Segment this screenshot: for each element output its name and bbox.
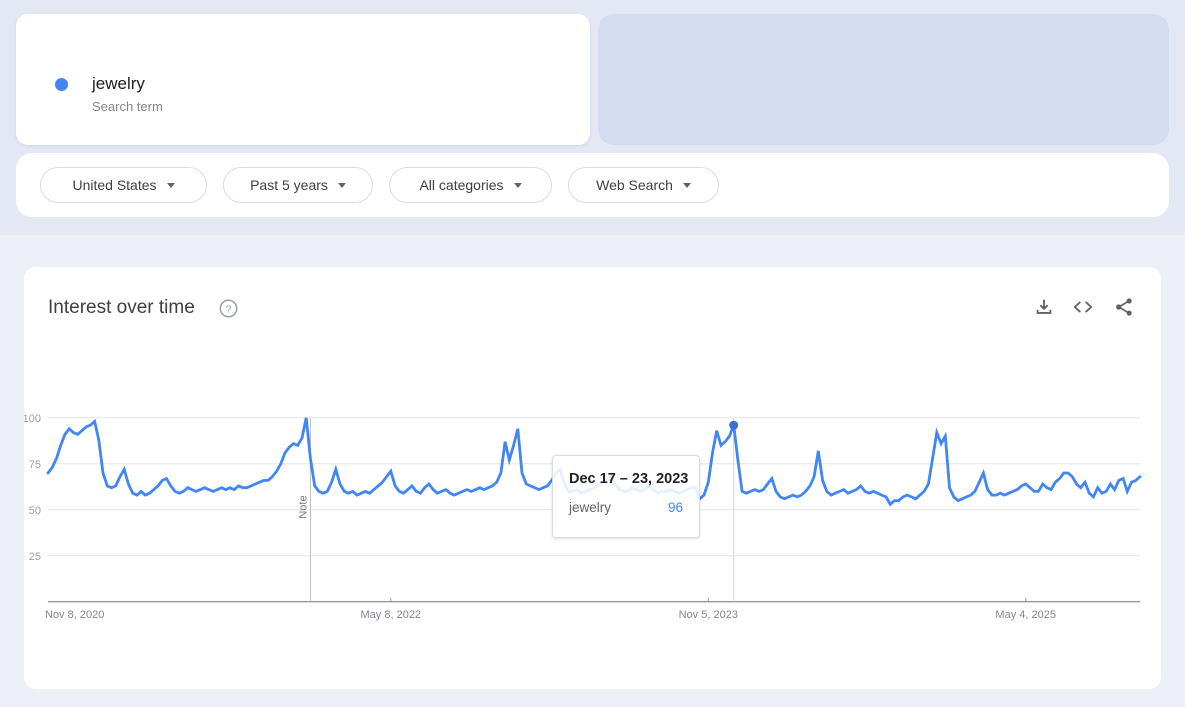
svg-text:25: 25 (29, 551, 41, 563)
chevron-down-icon (337, 182, 346, 188)
question-mark-glyph: ? (226, 303, 232, 315)
tooltip-date-range: Dec 17 – 23, 2023 (569, 471, 689, 487)
series-color-dot (55, 78, 68, 91)
chevron-down-icon (682, 182, 691, 188)
svg-text:75: 75 (29, 459, 41, 471)
tooltip-value: 96 (667, 500, 683, 515)
search-term-card[interactable]: jewelry Search term (16, 14, 590, 145)
help-icon[interactable]: ? (218, 298, 239, 319)
download-icon[interactable] (1033, 296, 1055, 318)
tooltip-term: jewelry (569, 500, 612, 515)
svg-text:100: 100 (24, 413, 41, 425)
embed-code-icon[interactable] (1072, 296, 1094, 318)
category-filter-label: All categories (419, 177, 504, 193)
search-type-filter-label: Web Search (596, 177, 673, 193)
add-comparison-button[interactable]: + Compare (598, 14, 1169, 145)
chevron-down-icon (513, 182, 522, 188)
tooltip-series-row: jewelry 96 (569, 500, 683, 515)
region-filter-label: United States (72, 177, 157, 193)
share-icon[interactable] (1113, 296, 1135, 318)
search-type-filter-dropdown[interactable]: Web Search (568, 167, 719, 203)
filter-bar: United States Past 5 years All categorie… (16, 153, 1169, 217)
chevron-down-icon (166, 182, 175, 188)
category-filter-dropdown[interactable]: All categories (389, 167, 552, 203)
interest-over-time-card: 100 75 50 25 Nov 8, 2020 May 8, 2022 Nov 5, 20… (24, 267, 1161, 689)
google-trends-page: jewelry Search term + Compare United Sta… (0, 0, 1185, 707)
chart-tooltip: Dec 17 – 23, 2023 jewelry 96 (552, 455, 700, 538)
svg-text:Nov 5, 2023: Nov 5, 2023 (679, 609, 738, 621)
search-term-type-label: Search term (92, 99, 163, 114)
region-filter-dropdown[interactable]: United States (40, 167, 207, 203)
svg-text:50: 50 (29, 505, 41, 517)
svg-text:May 4, 2025: May 4, 2025 (995, 609, 1056, 621)
chart-title: Interest over time (48, 297, 195, 318)
svg-text:Nov 8, 2020: Nov 8, 2020 (45, 609, 104, 621)
time-range-filter-dropdown[interactable]: Past 5 years (223, 167, 373, 203)
svg-text:May 8, 2022: May 8, 2022 (361, 609, 422, 621)
search-term-text: jewelry (92, 74, 145, 93)
svg-text:Note: Note (297, 495, 309, 518)
time-range-filter-label: Past 5 years (250, 177, 328, 193)
